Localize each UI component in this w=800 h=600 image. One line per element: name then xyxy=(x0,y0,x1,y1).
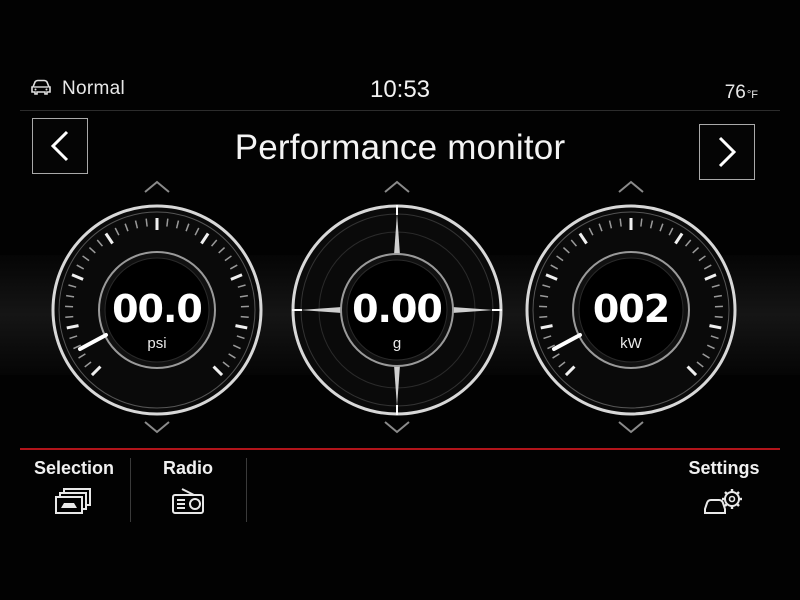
tick-mark xyxy=(145,218,148,227)
chevron-up-icon[interactable] xyxy=(377,177,417,197)
power-unit: kW xyxy=(620,335,642,352)
power-gauge[interactable]: 002 kW xyxy=(516,175,746,440)
next-page-button[interactable] xyxy=(699,124,755,180)
tick-mark xyxy=(640,218,643,227)
chevron-up-icon[interactable] xyxy=(611,177,651,197)
bottom-separator xyxy=(246,458,247,522)
radio-icon xyxy=(172,488,204,514)
g-force-value: 0.00 xyxy=(352,287,443,331)
chevron-up-icon[interactable] xyxy=(137,177,177,197)
outside-temperature: 76°F xyxy=(725,82,758,104)
g-force-unit: g xyxy=(392,335,402,352)
status-bar: Normal 10:53 76°F xyxy=(20,74,780,108)
chevron-down-icon[interactable] xyxy=(377,417,417,437)
settings-button[interactable]: Settings xyxy=(676,452,772,524)
bottom-separator xyxy=(130,458,131,522)
chevron-right-icon xyxy=(718,136,737,168)
boost-gauge[interactable]: 00.0 psi xyxy=(42,175,272,440)
settings-label: Settings xyxy=(688,458,760,478)
selection-label: Selection xyxy=(33,458,115,478)
status-divider xyxy=(20,110,780,111)
radio-label: Radio xyxy=(162,458,213,478)
boost-value: 00.0 xyxy=(112,287,203,331)
radio-button[interactable]: Radio xyxy=(132,452,244,524)
boost-unit: psi xyxy=(147,335,167,352)
g-force-gauge[interactable]: 0.00 g xyxy=(282,175,512,440)
power-value: 002 xyxy=(592,287,670,331)
tick-mark xyxy=(619,218,622,227)
page-title: Performance monitor xyxy=(234,128,566,167)
accent-divider xyxy=(20,448,780,450)
selection-button[interactable]: Selection xyxy=(20,452,128,524)
car-gear-icon xyxy=(704,489,742,514)
tick-mark xyxy=(166,218,169,227)
chevron-down-icon[interactable] xyxy=(611,417,651,437)
infotainment-screen: Normal 10:53 76°F Performance monitor 00… xyxy=(0,0,800,600)
gauge-row: 00.0 psi 0.00 g 002 kW xyxy=(0,175,800,440)
temperature-value: 76 xyxy=(724,82,746,103)
stacked-cards-icon xyxy=(55,488,91,514)
clock: 10:53 xyxy=(369,76,431,103)
chevron-down-icon[interactable] xyxy=(137,417,177,437)
bottom-bar: Selection Radio Settings xyxy=(20,452,780,527)
temperature-unit: °F xyxy=(746,89,758,101)
